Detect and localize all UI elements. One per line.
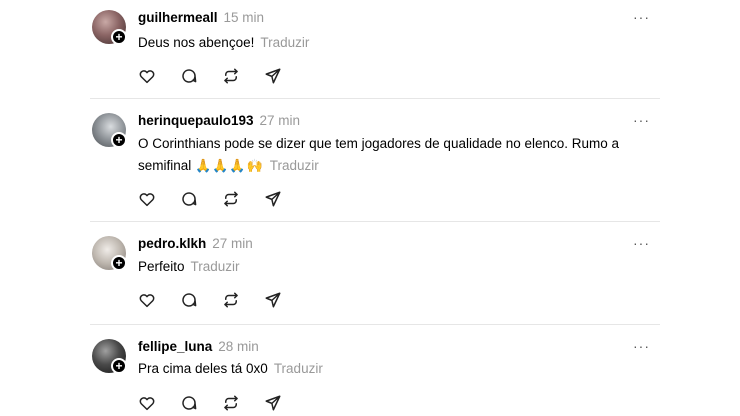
comment-body-line2: semifinal	[138, 158, 192, 173]
comment-item: + herinquepaulo193 27 min ··· O Corinthi…	[90, 113, 660, 209]
divider	[90, 324, 660, 325]
prayer-emoji: 🙏🙏🙏🙌	[195, 158, 264, 173]
avatar[interactable]: +	[90, 113, 127, 149]
username[interactable]: herinquepaulo193	[138, 113, 254, 128]
comment-body: O Corinthians pode se dizer que tem joga…	[138, 136, 620, 151]
more-options-icon[interactable]: ···	[633, 10, 650, 24]
share-icon[interactable]	[264, 393, 306, 413]
comment-item: + pedro.klkh 27 min ··· Perfeito Traduzir	[90, 236, 660, 310]
follow-plus-icon[interactable]: +	[111, 255, 127, 271]
more-options-icon[interactable]: ···	[633, 113, 650, 127]
like-icon[interactable]	[138, 393, 180, 413]
comment-header: guilhermeall 15 min	[138, 10, 264, 28]
follow-plus-icon[interactable]: +	[111, 358, 127, 374]
comment-icon[interactable]	[180, 66, 222, 86]
comment-body: Deus nos abençoe!	[138, 35, 255, 50]
username[interactable]: fellipe_luna	[138, 339, 212, 354]
action-bar	[138, 393, 306, 413]
timestamp: 28 min	[218, 339, 259, 354]
action-bar	[138, 66, 306, 86]
username[interactable]: pedro.klkh	[138, 236, 206, 251]
avatar[interactable]: +	[90, 339, 127, 375]
follow-plus-icon[interactable]: +	[111, 132, 127, 148]
comment-header: pedro.klkh 27 min	[138, 236, 253, 254]
comment-body: Pra cima deles tá 0x0	[138, 361, 268, 376]
comment-text: O Corinthians pode se dizer que tem joga…	[138, 133, 658, 177]
translate-link[interactable]: Traduzir	[260, 35, 309, 50]
repost-icon[interactable]	[222, 189, 264, 209]
share-icon[interactable]	[264, 189, 306, 209]
share-icon[interactable]	[264, 66, 306, 86]
username[interactable]: guilhermeall	[138, 10, 218, 25]
like-icon[interactable]	[138, 189, 180, 209]
share-icon[interactable]	[264, 290, 306, 310]
comment-header: herinquepaulo193 27 min	[138, 113, 300, 131]
avatar[interactable]: +	[90, 236, 127, 272]
comment-body: Perfeito	[138, 259, 185, 274]
comment-icon[interactable]	[180, 290, 222, 310]
action-bar	[138, 189, 306, 209]
comment-text: Deus nos abençoe! Traduzir	[138, 32, 658, 54]
action-bar	[138, 290, 306, 310]
translate-link[interactable]: Traduzir	[270, 158, 319, 173]
translate-link[interactable]: Traduzir	[191, 259, 240, 274]
avatar[interactable]: +	[90, 10, 127, 46]
divider	[90, 221, 660, 222]
comment-text: Pra cima deles tá 0x0 Traduzir	[138, 358, 658, 380]
like-icon[interactable]	[138, 66, 180, 86]
repost-icon[interactable]	[222, 66, 264, 86]
timestamp: 27 min	[212, 236, 253, 251]
repost-icon[interactable]	[222, 290, 264, 310]
comment-header: fellipe_luna 28 min	[138, 339, 259, 357]
timestamp: 15 min	[223, 10, 265, 25]
like-icon[interactable]	[138, 290, 180, 310]
more-options-icon[interactable]: ···	[633, 236, 650, 250]
translate-link[interactable]: Traduzir	[274, 361, 323, 376]
repost-icon[interactable]	[222, 393, 264, 413]
more-options-icon[interactable]: ···	[633, 339, 650, 353]
follow-plus-icon[interactable]: +	[111, 29, 127, 45]
comment-icon[interactable]	[180, 189, 222, 209]
comment-text: Perfeito Traduzir	[138, 256, 658, 278]
comment-item: + guilhermeall 15 min ··· Deus nos abenç…	[90, 10, 660, 84]
comment-icon[interactable]	[180, 393, 222, 413]
timestamp: 27 min	[259, 113, 301, 128]
comment-item: + fellipe_luna 28 min ··· Pra cima deles…	[90, 339, 660, 415]
divider	[90, 98, 660, 99]
